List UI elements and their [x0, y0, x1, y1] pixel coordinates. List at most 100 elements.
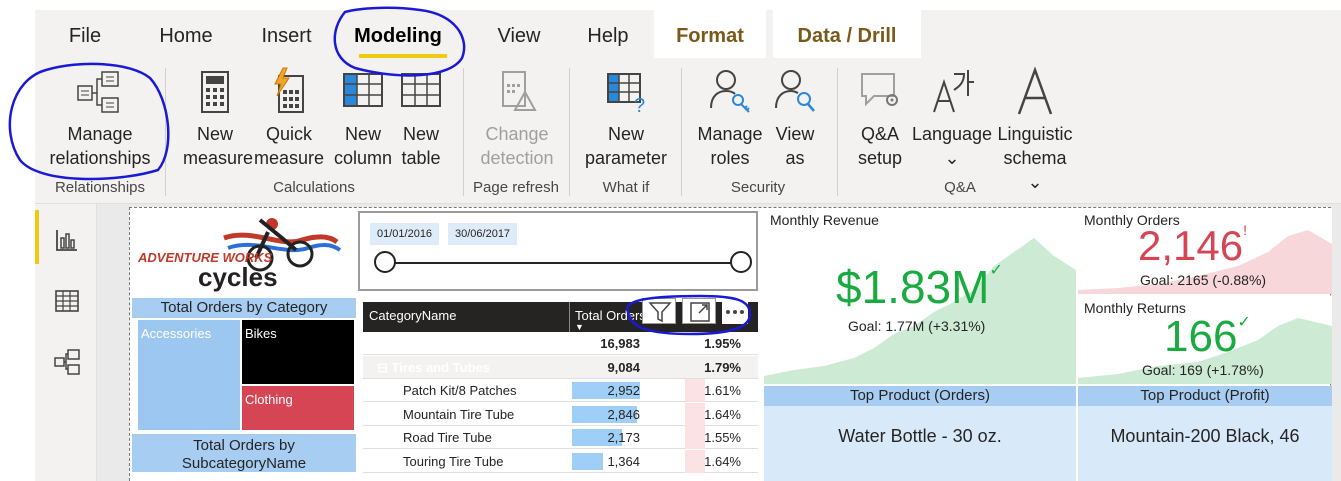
svg-text:cycles: cycles: [198, 262, 278, 292]
view-as-button[interactable]: View as: [769, 66, 821, 170]
matrix-cell-percent: 1.64%: [704, 453, 741, 469]
more-options-icon[interactable]: [722, 298, 748, 324]
slicer-start-date[interactable]: 01/01/2016: [370, 223, 440, 245]
slider-track: [385, 262, 741, 264]
sort-desc-icon: ▼: [575, 322, 584, 332]
visual-title: Total Orders by SubcategoryName: [132, 434, 356, 472]
report-page: ADVENTURE WORKS cycles Total Orders by C…: [129, 207, 1332, 481]
kpi-monthly-orders[interactable]: Monthly Orders 2,146! Goal: 2165 (-0.88%…: [1078, 208, 1332, 294]
group-separator: [837, 68, 838, 196]
matrix-cell-orders: 16,983: [600, 336, 640, 351]
tab-help[interactable]: Help: [573, 10, 643, 58]
group-separator: [681, 68, 682, 196]
relationships-icon: [77, 71, 119, 113]
table-icon: [401, 73, 441, 107]
matrix-cell-category: Touring Tire Tube: [403, 453, 504, 469]
ribbon-body: Manage relationships Relationships New mea…: [35, 58, 1341, 204]
category-matrix[interactable]: CategoryName Total Orders ▼ te 16,9831.9…: [363, 302, 758, 481]
slider-end-handle[interactable]: [730, 251, 752, 273]
data-view-icon[interactable]: [53, 287, 81, 315]
matrix-cell-percent: 1.61%: [704, 383, 741, 398]
treemap-tile-accessories[interactable]: Accessories: [138, 320, 240, 430]
top-product-orders-card[interactable]: Top Product (Orders) Water Bottle - 30 o…: [764, 386, 1076, 481]
matrix-cell-category: Road Tire Tube: [403, 430, 492, 445]
tab-home[interactable]: Home: [145, 10, 227, 58]
kpi-value: 2,146!: [1138, 222, 1247, 269]
kpi-title: Monthly Revenue: [770, 212, 879, 228]
kpi-monthly-revenue[interactable]: Monthly Revenue $1.83M✓ Goal: 1.77M (+3.…: [764, 208, 1076, 384]
qa-setup-icon: [861, 73, 898, 107]
new-parameter-button[interactable]: ? New parameter: [579, 66, 673, 170]
tab-modeling[interactable]: Modeling: [333, 10, 463, 58]
kpi-value: $1.83M✓: [836, 261, 1003, 313]
orders-by-subcategory-treemap[interactable]: Total Orders by SubcategoryName: [132, 434, 356, 481]
group-label-relationships: Relationships: [54, 179, 146, 196]
language-dropdown[interactable]: Language ⌄: [911, 66, 993, 170]
kpi-goal: Goal: 2165 (-0.88%): [1140, 272, 1267, 288]
filter-icon[interactable]: [642, 298, 676, 324]
tab-insert[interactable]: Insert: [249, 10, 324, 58]
tab-format[interactable]: Format: [654, 10, 766, 58]
matrix-cell-orders: 1,364: [607, 453, 640, 469]
tab-data-drill[interactable]: Data / Drill: [773, 10, 921, 58]
parameter-icon: ?: [607, 73, 645, 117]
qa-setup-button[interactable]: Q&A setup: [849, 66, 911, 170]
tab-view[interactable]: View: [483, 10, 555, 58]
matrix-cell-category: ⊟ Tires and Tubes: [377, 359, 490, 375]
linguistic-schema-dropdown[interactable]: Linguistic schema ⌄: [995, 66, 1075, 194]
slider-start-handle[interactable]: [374, 251, 396, 273]
visual-title: Total Orders by Category: [132, 298, 356, 318]
orders-by-category-treemap[interactable]: Total Orders by Category Accessories Bik…: [132, 298, 356, 430]
new-measure-button[interactable]: New measure: [183, 66, 253, 170]
linguistic-schema-icon: [1017, 66, 1053, 115]
matrix-cell-orders: 2,952: [607, 383, 640, 398]
matrix-cell-orders: 9,084: [607, 359, 640, 375]
matrix-row[interactable]: 16,983 1.95%: [363, 332, 758, 355]
new-column-button[interactable]: New column: [329, 66, 397, 170]
user-key-icon: [710, 70, 750, 113]
model-view-icon[interactable]: [53, 348, 81, 376]
svg-text:?: ?: [634, 95, 645, 117]
change-detection-icon: [502, 71, 537, 111]
focus-mode-icon[interactable]: [682, 298, 716, 324]
top-product-profit-card[interactable]: Top Product (Profit) Mountain-200 Black,…: [1078, 386, 1332, 481]
matrix-row[interactable]: Touring Tire Tube 1,364 1.64%: [363, 449, 758, 473]
slicer-end-date[interactable]: 30/06/2017: [448, 223, 518, 245]
tab-file[interactable]: File: [53, 10, 117, 58]
group-label-page-refresh: Page refresh: [473, 179, 559, 196]
date-range-slicer[interactable]: 01/01/2016 30/06/2017: [358, 211, 758, 291]
card-value: Mountain-200 Black, 46: [1078, 406, 1332, 481]
treemap-tile-clothing[interactable]: Clothing: [242, 386, 354, 430]
matrix-cell-percent: 1.79%: [704, 359, 741, 375]
user-search-icon: [775, 70, 815, 112]
kpi-monthly-returns[interactable]: Monthly Returns 166✓ Goal: 169 (+1.78%): [1078, 296, 1332, 384]
window-edge: [0, 0, 35, 481]
matrix-row[interactable]: Road Tire Tube 2,173 1.55%: [363, 426, 758, 449]
report-view-icon[interactable]: [53, 226, 81, 254]
group-separator: [165, 68, 166, 196]
group-label-calculations: Calculations: [273, 179, 355, 196]
manage-roles-button[interactable]: Manage roles: [693, 66, 767, 170]
new-table-button[interactable]: New table: [395, 66, 447, 170]
treemap-tile-bikes[interactable]: Bikes: [242, 320, 354, 384]
power-bi-desktop: File Home Insert Modeling View Help Form…: [8, 6, 1341, 481]
column-header-total-orders[interactable]: Total Orders: [575, 308, 646, 323]
group-label-qa: Q&A: [944, 179, 976, 196]
card-title: Top Product (Orders): [764, 386, 1076, 406]
cyclist-logo-image: ADVENTURE WORKS cycles: [137, 218, 342, 292]
kpi-goal: Goal: 169 (+1.78%): [1142, 362, 1264, 378]
kpi-goal: Goal: 1.77M (+3.31%): [848, 318, 986, 334]
language-icon: [933, 70, 974, 113]
matrix-row[interactable]: Mountain Tire Tube 2,846 1.64%: [363, 402, 758, 426]
column-header-category[interactable]: CategoryName: [369, 308, 456, 323]
matrix-cell-orders: 2,846: [607, 406, 640, 422]
matrix-row[interactable]: Patch Kit/8 Patches 2,952 1.61%: [363, 379, 758, 402]
quick-measure-button[interactable]: Quick measure: [251, 66, 327, 170]
group-label-what-if: What if: [602, 179, 650, 196]
visual-header-toolbar: [638, 294, 750, 326]
manage-relationships-button[interactable]: Manage relationships: [43, 66, 157, 170]
matrix-row[interactable]: ⊟ Tires and Tubes 9,084 1.79%: [363, 355, 758, 379]
change-detection-button[interactable]: Change detection: [475, 66, 559, 170]
column-icon: [343, 73, 383, 107]
card-value: Water Bottle - 30 oz.: [764, 406, 1076, 481]
